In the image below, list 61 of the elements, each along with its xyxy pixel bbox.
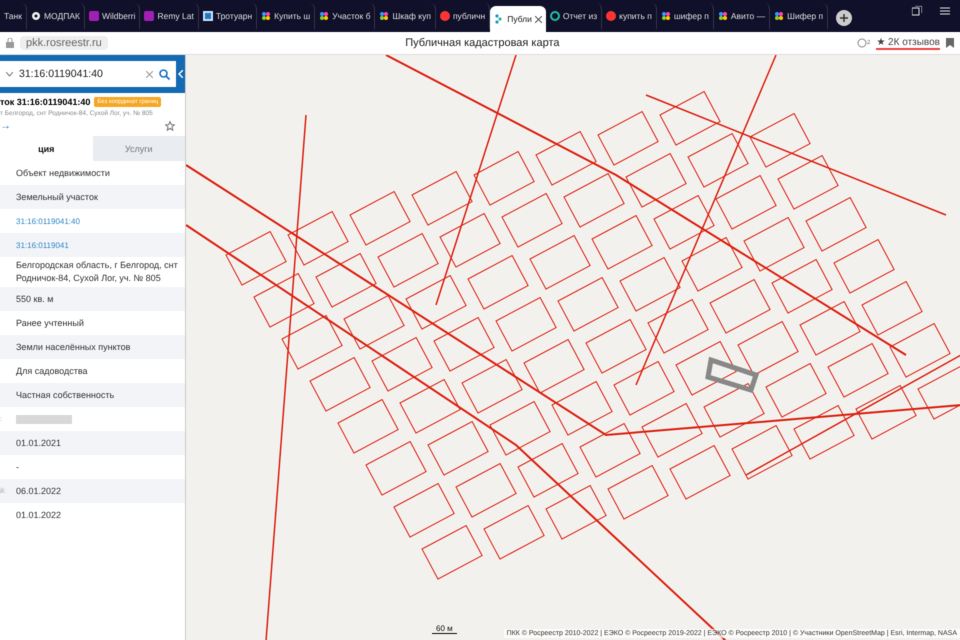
browser-tab[interactable]: Шкаф куп [375, 3, 436, 29]
clear-icon[interactable] [146, 70, 153, 78]
search-icon[interactable] [159, 68, 170, 80]
browser-tab[interactable]: купить п [602, 3, 657, 29]
search-field[interactable]: 31:16:0119041:40 [0, 61, 176, 87]
ring-icon [550, 11, 560, 21]
field-value: Земли населённых пунктов [16, 340, 130, 354]
round-logo-icon [606, 11, 616, 21]
lock-icon [6, 38, 14, 48]
tile-icon [202, 11, 213, 21]
round-logo-icon [440, 11, 450, 21]
browser-tab[interactable]: Шифер п [770, 3, 828, 29]
field-value: - [16, 460, 19, 474]
field-value: Земельный участок [16, 190, 98, 204]
panel-tab[interactable]: Услуги [92, 136, 185, 161]
new-tab-button[interactable] [836, 10, 852, 26]
dots-icon [494, 14, 504, 24]
plus-icon[interactable] [840, 14, 848, 22]
field-value: Объект недвижимости [16, 166, 110, 180]
field-value: Белгородская область, г Белгород, снт Родничок-84, Сухой Лог, уч. № 805 [16, 259, 179, 285]
dots-icon [319, 11, 330, 21]
dots-icon [379, 11, 390, 21]
redacted-value [16, 414, 72, 424]
browser-tab[interactable]: МОДПАК [26, 3, 85, 29]
browser-tab[interactable]: Авито — [714, 3, 770, 29]
reviews-link[interactable]: ★ 2К отзывов [876, 36, 940, 50]
chevron-down-icon[interactable] [6, 72, 13, 76]
page-title: Публичная кадастровая карта [404, 37, 560, 49]
browser-tab[interactable]: шифер п [656, 3, 714, 29]
gear-icon [30, 11, 41, 21]
bookmark-icon[interactable] [946, 38, 954, 48]
field-value: Ранее учтенный [16, 316, 84, 330]
url-field[interactable]: pkk.rosreestr.ru [20, 36, 108, 50]
windows-icon[interactable] [912, 6, 922, 16]
scale-bar: 60 м [432, 624, 457, 634]
close-icon[interactable] [534, 16, 542, 22]
object-title: ток 31:16:0119041:40 [0, 97, 90, 107]
dots-icon [774, 11, 784, 21]
browser-tab[interactable]: Танк [0, 3, 27, 29]
browser-tab[interactable]: Участок б [315, 3, 376, 29]
field-value: 06.01.2022 [16, 484, 62, 498]
browser-tab[interactable]: Тротуарн [198, 3, 258, 29]
dots-icon [660, 11, 671, 21]
field-value: 01.01.2021 [16, 436, 62, 450]
dots-icon [261, 11, 272, 21]
browser-tab[interactable]: Remy Lat [140, 3, 199, 29]
star-icon[interactable] [165, 121, 175, 131]
field-value: 01.01.2022 [16, 508, 62, 522]
browser-tab[interactable]: Публи [490, 6, 546, 32]
share-link[interactable]: → [0, 120, 11, 132]
cadastral-link[interactable]: 31:16:0119041 [16, 238, 69, 252]
browser-tab[interactable]: Отчет из [546, 3, 602, 29]
chevron-left-icon[interactable] [178, 70, 183, 78]
field-value: Частная собственность [16, 388, 114, 402]
cadastral-link[interactable]: 31:16:0119041:40 [16, 214, 80, 228]
field-value: Для садоводства [16, 364, 88, 378]
field-value: 550 кв. м [16, 292, 54, 306]
browser-tab[interactable]: Wildberri [84, 3, 140, 29]
dots-icon [718, 11, 728, 21]
menu-icon[interactable] [940, 6, 950, 16]
browser-tab[interactable]: Купить ш [257, 3, 316, 29]
